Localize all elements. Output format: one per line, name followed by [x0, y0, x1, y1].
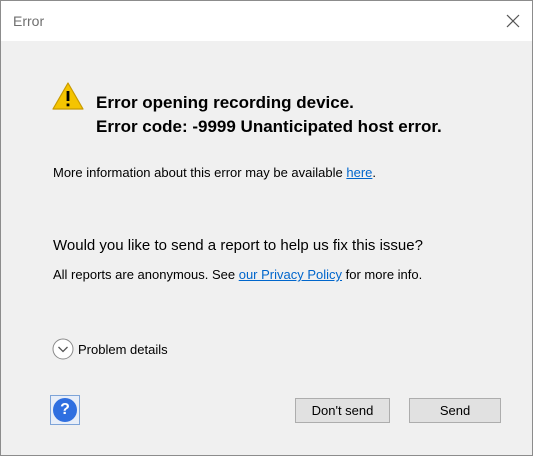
more-info-suffix: . — [372, 165, 377, 180]
more-info-text: More information about this error may be… — [53, 165, 376, 180]
help-icon: ? — [53, 398, 77, 422]
privacy-text: All reports are anonymous. See our Priva… — [53, 267, 422, 282]
dont-send-button[interactable]: Don't send — [295, 398, 390, 423]
error-message: Error opening recording device. Error co… — [96, 91, 442, 139]
close-icon[interactable] — [502, 10, 524, 32]
here-link[interactable]: here — [346, 165, 372, 180]
chevron-down-icon — [52, 338, 74, 360]
problem-details-label: Problem details — [78, 341, 168, 357]
send-button[interactable]: Send — [409, 398, 501, 423]
window-title: Error — [13, 13, 45, 29]
privacy-policy-link[interactable]: our Privacy Policy — [239, 267, 342, 282]
error-line-1: Error opening recording device. — [96, 93, 354, 112]
privacy-prefix: All reports are anonymous. See — [53, 267, 239, 282]
error-dialog: Error Error opening recording device. Er… — [0, 0, 533, 456]
privacy-suffix: for more info. — [342, 267, 423, 282]
error-line-2: Error code: -9999 Unanticipated host err… — [96, 117, 442, 136]
warning-icon — [52, 82, 84, 110]
report-question: Would you like to send a report to help … — [53, 237, 423, 254]
title-bar: Error — [1, 1, 532, 41]
help-button[interactable]: ? — [50, 395, 80, 425]
more-info-prefix: More information about this error may be… — [53, 165, 347, 180]
problem-details-toggle[interactable]: Problem details — [52, 338, 168, 360]
